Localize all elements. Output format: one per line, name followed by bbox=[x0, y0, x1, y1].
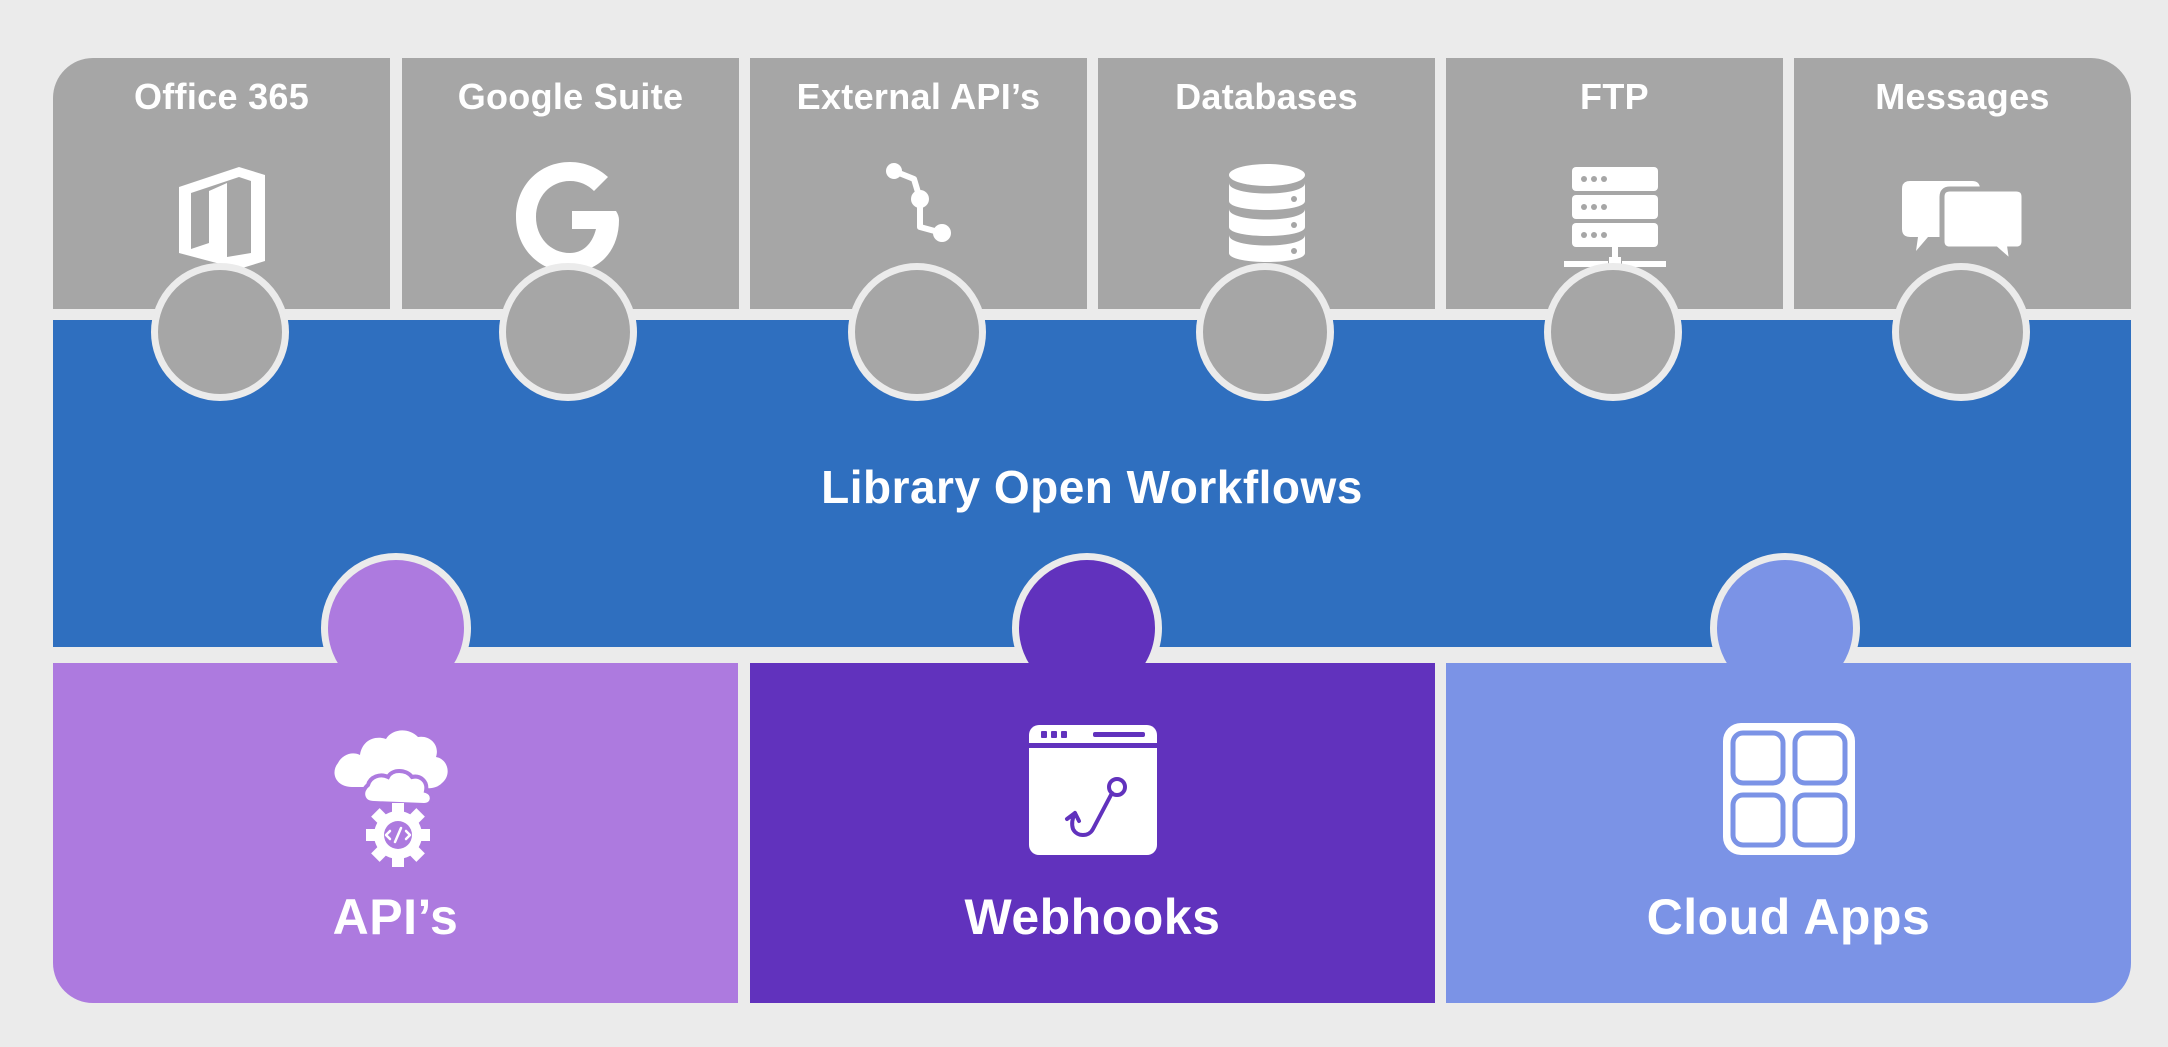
channel-label: Cloud Apps bbox=[1646, 889, 1931, 945]
channel-tile-apis: API’s bbox=[53, 663, 738, 1003]
puzzle-knob bbox=[848, 263, 986, 401]
integration-label: External API’s bbox=[796, 76, 1041, 117]
integration-label: FTP bbox=[1580, 76, 1649, 117]
puzzle-knob bbox=[499, 263, 637, 401]
channel-tile-cloud-apps: Cloud Apps bbox=[1446, 663, 2131, 1003]
hub-title: Library Open Workflows bbox=[821, 461, 1363, 513]
integration-label: Messages bbox=[1875, 76, 2050, 117]
channel-tile-webhooks: Webhooks bbox=[750, 663, 1435, 1003]
channel-label: API’s bbox=[332, 889, 459, 945]
integration-label: Google Suite bbox=[457, 76, 684, 117]
puzzle-knob bbox=[1892, 263, 2030, 401]
cloud-gear-code-icon bbox=[316, 711, 476, 871]
integration-label: Databases bbox=[1175, 76, 1358, 117]
puzzle-knob bbox=[1544, 263, 1682, 401]
browser-hook-icon bbox=[1013, 711, 1173, 871]
puzzle-knob bbox=[1196, 263, 1334, 401]
integration-diagram: Office 365 Google Suite External API’s D… bbox=[0, 0, 2168, 1047]
channel-label: Webhooks bbox=[964, 889, 1221, 945]
app-grid-icon bbox=[1709, 711, 1869, 871]
integration-label: Office 365 bbox=[133, 76, 310, 117]
puzzle-knob bbox=[151, 263, 289, 401]
